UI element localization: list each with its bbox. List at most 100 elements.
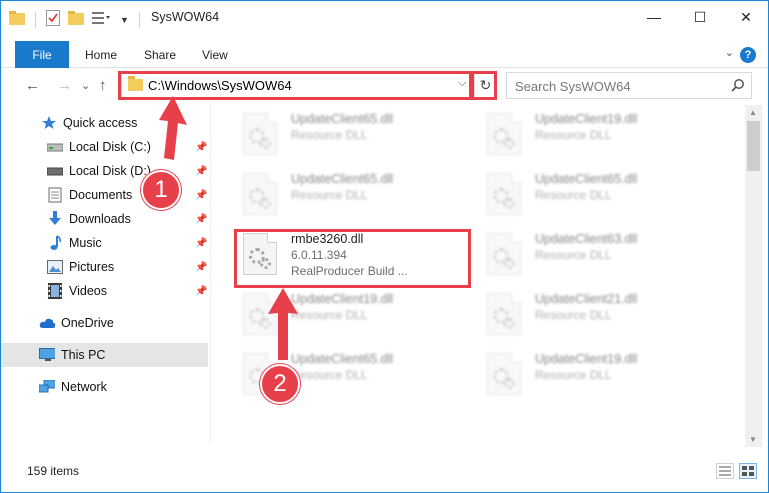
videos-icon bbox=[47, 283, 63, 299]
folder-icon[interactable] bbox=[9, 11, 25, 28]
details-view-button[interactable] bbox=[716, 463, 734, 479]
pin-icon[interactable]: 📌 bbox=[195, 238, 207, 249]
file-type: Resource DLL bbox=[291, 188, 368, 202]
file-type: Resource DLL bbox=[535, 368, 612, 382]
scroll-down-icon[interactable]: ▼ bbox=[749, 435, 757, 444]
properties-icon[interactable] bbox=[46, 10, 60, 29]
file-tile[interactable]: UpdateClient65.dll Resource DLL bbox=[235, 107, 475, 163]
vertical-scrollbar[interactable]: ▲ ▼ bbox=[745, 105, 762, 447]
pin-icon[interactable]: 📌 bbox=[195, 190, 207, 201]
sidebar-item-music[interactable]: Music 📌 bbox=[1, 231, 208, 255]
customize-toolbar-icon[interactable] bbox=[92, 11, 112, 28]
sidebar-item-label: Pictures bbox=[69, 260, 115, 274]
downloads-icon bbox=[47, 211, 63, 227]
sidebar-item-label: Downloads bbox=[69, 212, 131, 226]
file-type: Resource DLL bbox=[535, 188, 612, 202]
tab-file[interactable]: File bbox=[15, 41, 69, 68]
file-tile[interactable]: UpdateClient65.dll Resource DLL bbox=[479, 167, 719, 223]
minimize-icon: — bbox=[647, 9, 661, 25]
highlight-box-refresh bbox=[471, 71, 497, 100]
sidebar-item-videos[interactable]: Videos 📌 bbox=[1, 279, 208, 303]
chevron-down-icon[interactable]: ⌄ bbox=[725, 46, 734, 59]
file-type: Resource DLL bbox=[535, 248, 612, 262]
file-name: UpdateClient65.dll bbox=[291, 112, 394, 126]
pin-icon[interactable]: 📌 bbox=[195, 166, 207, 177]
sidebar-item-downloads[interactable]: Downloads 📌 bbox=[1, 207, 208, 231]
sidebar-item-label: OneDrive bbox=[61, 316, 114, 330]
file-type: Resource DLL bbox=[535, 128, 612, 142]
title-bar: ▼ SysWOW64 — ☐ ✕ bbox=[1, 1, 768, 33]
step-badge-1: 1 bbox=[141, 170, 181, 210]
sidebar-item-label: Network bbox=[61, 380, 107, 394]
file-name: UpdateClient65.dll bbox=[291, 172, 394, 186]
dll-file-icon bbox=[487, 293, 521, 335]
sidebar-item-onedrive[interactable]: OneDrive bbox=[1, 311, 208, 335]
sidebar-item-label: Local Disk (C:) bbox=[69, 140, 151, 154]
tab-view[interactable]: View bbox=[202, 41, 228, 68]
highlight-box-file bbox=[234, 229, 471, 288]
pin-icon[interactable]: 📌 bbox=[195, 262, 207, 273]
sidebar-item-label: This PC bbox=[61, 348, 106, 362]
documents-icon bbox=[47, 187, 63, 203]
back-button[interactable]: ← bbox=[25, 77, 40, 94]
file-type: Resource DLL bbox=[291, 128, 368, 142]
toolbar-separator bbox=[35, 11, 36, 28]
file-type: Resource DLL bbox=[535, 308, 612, 322]
ribbon-tabs: File Home Share View ⌄ ? bbox=[1, 41, 768, 68]
pin-icon[interactable]: 📌 bbox=[195, 286, 207, 297]
sidebar-item-this-pc[interactable]: This PC bbox=[1, 343, 208, 367]
file-explorer-window: ▼ SysWOW64 — ☐ ✕ File Home Share View ⌄ … bbox=[0, 0, 769, 493]
window-title: SysWOW64 bbox=[151, 10, 220, 24]
step-badge-2: 2 bbox=[260, 364, 300, 404]
large-icons-view-button[interactable] bbox=[739, 463, 757, 479]
recent-locations-button[interactable]: ⌄ bbox=[81, 79, 90, 92]
forward-button[interactable]: → bbox=[57, 77, 72, 94]
help-button[interactable]: ? bbox=[740, 47, 756, 63]
file-name: UpdateClient21.dll bbox=[535, 292, 638, 306]
pictures-icon bbox=[47, 259, 63, 275]
details-view-icon bbox=[719, 466, 731, 476]
drive-icon bbox=[47, 139, 63, 155]
dll-file-icon bbox=[487, 233, 521, 275]
computer-icon bbox=[39, 347, 55, 363]
drive-icon bbox=[47, 163, 63, 179]
sidebar-item-network[interactable]: Network bbox=[1, 375, 208, 399]
file-tile[interactable]: UpdateClient19.dll Resource DLL bbox=[479, 107, 719, 163]
new-folder-icon[interactable] bbox=[68, 11, 84, 28]
dll-file-icon bbox=[487, 173, 521, 215]
dll-file-icon bbox=[487, 353, 521, 395]
file-tile[interactable]: UpdateClient19.dll Resource DLL bbox=[479, 347, 719, 403]
search-icon[interactable] bbox=[731, 78, 745, 95]
scroll-up-icon[interactable]: ▲ bbox=[749, 108, 757, 117]
up-button[interactable]: ↑ bbox=[99, 77, 107, 94]
search-input[interactable]: Search SysWOW64 bbox=[515, 79, 631, 94]
music-icon bbox=[47, 235, 63, 251]
file-name: UpdateClient19.dll bbox=[535, 112, 638, 126]
file-name: UpdateClient65.dll bbox=[291, 352, 394, 366]
file-name: UpdateClient63.dll bbox=[535, 232, 638, 246]
file-tile[interactable]: UpdateClient63.dll Resource DLL bbox=[479, 227, 719, 283]
pane-divider[interactable] bbox=[210, 104, 211, 444]
minimize-button[interactable]: — bbox=[631, 1, 677, 33]
close-button[interactable]: ✕ bbox=[723, 1, 769, 33]
file-tile[interactable]: UpdateClient65.dll Resource DLL bbox=[235, 167, 475, 223]
callout-arrow-2 bbox=[268, 288, 298, 360]
search-box[interactable]: Search SysWOW64 bbox=[506, 72, 752, 99]
star-icon bbox=[41, 115, 57, 131]
callout-arrow-1 bbox=[159, 96, 187, 160]
file-tile[interactable]: UpdateClient21.dll Resource DLL bbox=[479, 287, 719, 343]
file-name: UpdateClient19.dll bbox=[535, 352, 638, 366]
scrollbar-thumb[interactable] bbox=[747, 121, 760, 171]
sidebar-item-pictures[interactable]: Pictures 📌 bbox=[1, 255, 208, 279]
maximize-button[interactable]: ☐ bbox=[677, 1, 723, 33]
pin-icon[interactable]: 📌 bbox=[195, 214, 207, 225]
quick-access-toolbar: ▼ bbox=[9, 10, 142, 29]
tab-home[interactable]: Home bbox=[85, 41, 117, 68]
pin-icon[interactable]: 📌 bbox=[195, 142, 207, 153]
dll-file-icon bbox=[243, 173, 277, 215]
file-name: UpdateClient65.dll bbox=[535, 172, 638, 186]
tab-share[interactable]: Share bbox=[144, 41, 176, 68]
large-icons-view-icon bbox=[742, 466, 754, 476]
cloud-icon bbox=[39, 315, 55, 331]
chevron-down-icon[interactable]: ▼ bbox=[120, 15, 129, 25]
